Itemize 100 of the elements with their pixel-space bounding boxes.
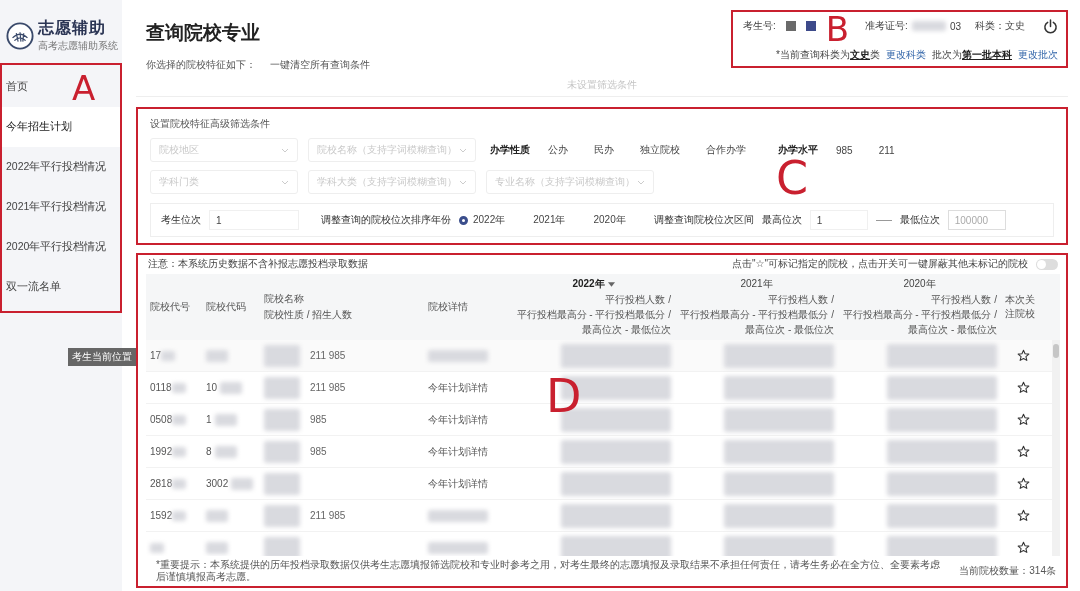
column-header: 院校名称 (264, 292, 304, 306)
high-rank-label: 最高位次 (761, 213, 802, 227)
school-tags: 985 (310, 446, 327, 457)
star-icon[interactable] (1016, 445, 1030, 458)
power-icon[interactable] (1043, 18, 1058, 34)
redaction-square (785, 21, 796, 31)
plan-detail-link[interactable]: 今年计划详情 (428, 476, 488, 491)
column-subheader: 平行投档人数 / (768, 293, 834, 307)
table-cell: 0118 (150, 382, 172, 393)
menu-item[interactable]: 2022年平行投档情况 (0, 147, 113, 187)
school-count: 当前院校数量：314条 (959, 564, 1056, 578)
menu-item[interactable]: 2020年平行投档情况 (0, 227, 113, 267)
year-header[interactable]: 2020年 (903, 277, 936, 291)
nature-option[interactable]: 民办 (586, 143, 622, 157)
rank-input[interactable]: 1 (209, 210, 299, 230)
batch-notice: 批次为第一批本科 (932, 48, 1012, 62)
school-tags: 211 985 (310, 350, 346, 361)
blurred-area (161, 350, 176, 361)
annotation-letter: A (72, 71, 96, 105)
blurred-area (231, 477, 254, 490)
table-cell: 17 (150, 350, 162, 361)
low-rank-input[interactable]: 100000 (947, 210, 1006, 230)
logo-subtitle: 高考志愿辅助系统 (38, 39, 118, 53)
blurred-area (206, 541, 228, 554)
blurred-area (172, 510, 187, 521)
blurred-area (206, 349, 228, 362)
plan-detail-link[interactable]: 今年计划详情 (428, 444, 488, 459)
blurred-area (264, 536, 300, 556)
blurred-area (172, 414, 187, 425)
disclaimer-text: *重要提示：本系统提供的历年投档录取数据仅供考生志愿填报筛选院校和专业时参考之用，对考生最终的志愿填报及录取结果不承担任何责任，请考生务必在全方位、全要素考虑后谨慎填报高考志愿。 (156, 559, 941, 583)
page-title: 查询院校专业 (146, 21, 261, 45)
plan-detail-link[interactable]: 今年计划详情 (428, 380, 488, 395)
menu-item[interactable]: 今年招生计划 (0, 107, 122, 147)
school-tags: 211 985 (310, 510, 346, 521)
chevron-down-icon (637, 179, 645, 185)
column-subheader: 平行投档最高分 - 平行投档最低分 / (842, 308, 997, 322)
menu-item[interactable]: 双一流名单 (0, 267, 67, 307)
year-sort-label: 调整查询的院校位次排序年份 (321, 213, 451, 227)
column-subheader: 平行投档最高分 - 平行投档最低分 / (516, 308, 671, 322)
rank-label: 考生位次 (161, 213, 201, 227)
chevron-down-icon (281, 179, 289, 185)
star-icon[interactable] (1016, 381, 1030, 394)
nature-label: 办学性质 (490, 143, 530, 157)
annotation-letter: C (776, 155, 809, 201)
column-subheader: 平行投档人数 / (605, 293, 671, 307)
column-subheader: 平行投档人数 / (931, 293, 997, 307)
table-cell: 1992 (150, 446, 173, 457)
year-header[interactable]: 2021年 (740, 277, 773, 291)
blurred-area (264, 376, 300, 399)
column-header: 院校代号 (149, 300, 191, 314)
data-note: 注意：本系统历史数据不含补报志愿投档录取数据 (148, 257, 368, 271)
nature-option[interactable]: 独立院校 (632, 143, 688, 157)
clear-link[interactable]: 一键清空所有查询条件 (270, 58, 370, 72)
sort-caret-icon[interactable] (607, 281, 615, 287)
column-subheader: 最高位次 - 最低位次 (908, 323, 997, 337)
nature-option[interactable]: 公办 (540, 143, 576, 157)
column-subheader: 最高位次 - 最低位次 (582, 323, 671, 337)
plan-detail-link[interactable]: 今年计划详情 (428, 412, 488, 427)
table-cell: 0508 (150, 414, 173, 425)
blurred-area (172, 446, 187, 457)
column-subheader: 最高位次 - 最低位次 (745, 323, 834, 337)
star-icon[interactable] (1016, 349, 1030, 362)
annotation-letter: D (546, 373, 582, 419)
blurred-area (171, 382, 186, 393)
blurred-area (220, 381, 243, 394)
column-header: 院校代码 (205, 300, 247, 314)
blurred-area (264, 408, 300, 431)
level-option[interactable]: 211 (870, 144, 903, 156)
change-subject-link[interactable]: 更改科类 (886, 48, 926, 62)
star-icon[interactable] (1016, 541, 1030, 554)
ticket-label: 准考证号: (865, 19, 908, 33)
star-icon[interactable] (1016, 413, 1030, 426)
table-cell: 10 (206, 382, 218, 393)
menu-item[interactable]: 首页 (0, 67, 34, 107)
blurred-area (264, 344, 300, 367)
blurred-area (264, 440, 300, 463)
school-tags: 211 985 (310, 382, 346, 393)
low-rank-label: 最低位次 (899, 213, 940, 227)
star-icon[interactable] (1016, 509, 1030, 522)
filter-title: 设置院校特征高级筛选条件 (150, 117, 271, 131)
blurred-area (911, 21, 946, 31)
level-option[interactable]: 985 (828, 144, 861, 156)
year-radio[interactable]: 2021年 (519, 213, 566, 227)
star-icon[interactable] (1016, 477, 1030, 490)
table-cell: 3002 (206, 478, 229, 489)
year-radio[interactable]: 2020年 (579, 213, 626, 227)
toggle-switch[interactable] (1036, 258, 1058, 270)
year-radio[interactable]: 2022年 (459, 213, 506, 227)
redaction-square (805, 21, 816, 31)
high-rank-input[interactable]: 1 (809, 210, 868, 230)
annotation-letter: B (825, 12, 850, 46)
range-label: 调整查询院校位次区间 (653, 213, 754, 227)
change-batch-link[interactable]: 更改批次 (1018, 48, 1058, 62)
logo-icon (6, 20, 34, 51)
school-tags: 985 (310, 414, 327, 425)
menu-item[interactable]: 2021年平行投档情况 (0, 187, 113, 227)
table-cell: 8 (206, 446, 212, 457)
nature-option[interactable]: 合作办学 (698, 143, 754, 157)
year-header[interactable]: 2022年 (572, 277, 605, 291)
scrollbar[interactable] (1052, 340, 1060, 556)
